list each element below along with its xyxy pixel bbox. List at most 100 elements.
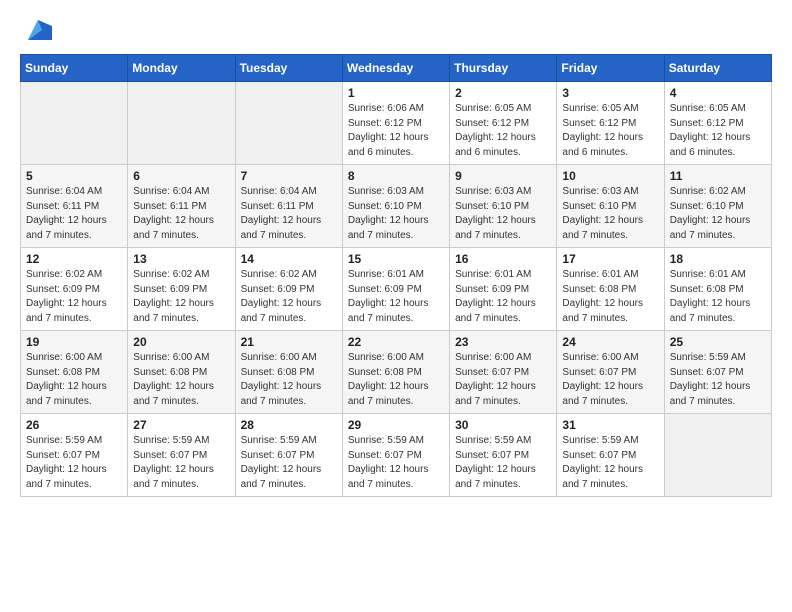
calendar-cell: 7 Sunrise: 6:04 AMSunset: 6:11 PMDaylight… [235, 165, 342, 248]
day-detail: Sunrise: 5:59 AMSunset: 6:07 PMDaylight:… [670, 351, 766, 409]
day-number: 9 [455, 169, 551, 183]
day-detail: Sunrise: 6:02 AMSunset: 6:09 PMDaylight:… [241, 268, 337, 326]
calendar-cell [128, 82, 235, 165]
day-detail: Sunrise: 6:00 AMSunset: 6:08 PMDaylight:… [348, 351, 444, 409]
day-number: 7 [241, 169, 337, 183]
day-number: 26 [26, 418, 122, 432]
day-number: 11 [670, 169, 766, 183]
day-number: 6 [133, 169, 229, 183]
day-detail: Sunrise: 6:02 AMSunset: 6:09 PMDaylight:… [26, 268, 122, 326]
calendar-cell: 31Sunrise: 5:59 AMSunset: 6:07 PMDayligh… [557, 414, 664, 497]
day-number: 16 [455, 252, 551, 266]
day-number: 19 [26, 335, 122, 349]
day-number: 8 [348, 169, 444, 183]
calendar-cell: 24 Sunrise: 6:00 AMSunset: 6:07 PMDayligh… [557, 331, 664, 414]
calendar-cell: 5 Sunrise: 6:04 AMSunset: 6:11 PMDaylight… [21, 165, 128, 248]
calendar-cell: 22 Sunrise: 6:00 AMSunset: 6:08 PMDayligh… [342, 331, 449, 414]
header [20, 16, 772, 44]
day-detail: Sunrise: 6:03 AMSunset: 6:10 PMDaylight:… [455, 185, 551, 243]
calendar-cell [235, 82, 342, 165]
day-detail: Sunrise: 6:00 AMSunset: 6:08 PMDaylight:… [26, 351, 122, 409]
day-detail: Sunrise: 6:06 AMSunset: 6:12 PMDaylight:… [348, 102, 444, 160]
calendar-week-row: 19 Sunrise: 6:00 AMSunset: 6:08 PMDayligh… [21, 331, 772, 414]
calendar-cell [21, 82, 128, 165]
day-detail: Sunrise: 6:05 AMSunset: 6:12 PMDaylight:… [562, 102, 658, 160]
day-detail: Sunrise: 6:02 AMSunset: 6:10 PMDaylight:… [670, 185, 766, 243]
day-detail: Sunrise: 6:01 AMSunset: 6:08 PMDaylight:… [562, 268, 658, 326]
day-detail: Sunrise: 6:00 AMSunset: 6:07 PMDaylight:… [455, 351, 551, 409]
calendar-cell: 18Sunrise: 6:01 AMSunset: 6:08 PMDayligh… [664, 248, 771, 331]
day-detail: Sunrise: 5:59 AMSunset: 6:07 PMDaylight:… [348, 434, 444, 492]
calendar-cell: 25 Sunrise: 5:59 AMSunset: 6:07 PMDayligh… [664, 331, 771, 414]
day-number: 1 [348, 86, 444, 100]
calendar-cell: 9 Sunrise: 6:03 AMSunset: 6:10 PMDaylight… [450, 165, 557, 248]
page: SundayMondayTuesdayWednesdayThursdayFrid… [0, 0, 792, 612]
day-detail: Sunrise: 6:01 AMSunset: 6:09 PMDaylight:… [455, 268, 551, 326]
day-detail: Sunrise: 5:59 AMSunset: 6:07 PMDaylight:… [241, 434, 337, 492]
calendar-cell: 23 Sunrise: 6:00 AMSunset: 6:07 PMDayligh… [450, 331, 557, 414]
day-number: 25 [670, 335, 766, 349]
day-number: 21 [241, 335, 337, 349]
day-detail: Sunrise: 6:00 AMSunset: 6:08 PMDaylight:… [241, 351, 337, 409]
day-number: 14 [241, 252, 337, 266]
calendar-cell: 30 Sunrise: 5:59 AMSunset: 6:07 PMDayligh… [450, 414, 557, 497]
calendar-week-row: 12 Sunrise: 6:02 AMSunset: 6:09 PMDayligh… [21, 248, 772, 331]
day-detail: Sunrise: 5:59 AMSunset: 6:07 PMDaylight:… [133, 434, 229, 492]
calendar-week-row: 1 Sunrise: 6:06 AMSunset: 6:12 PMDaylight… [21, 82, 772, 165]
calendar-cell: 20 Sunrise: 6:00 AMSunset: 6:08 PMDayligh… [128, 331, 235, 414]
calendar-header-row: SundayMondayTuesdayWednesdayThursdayFrid… [21, 55, 772, 82]
calendar-cell: 4 Sunrise: 6:05 AMSunset: 6:12 PMDaylight… [664, 82, 771, 165]
calendar-cell [664, 414, 771, 497]
calendar-cell: 28Sunrise: 5:59 AMSunset: 6:07 PMDayligh… [235, 414, 342, 497]
day-detail: Sunrise: 6:04 AMSunset: 6:11 PMDaylight:… [26, 185, 122, 243]
day-number: 3 [562, 86, 658, 100]
day-detail: Sunrise: 5:59 AMSunset: 6:07 PMDaylight:… [455, 434, 551, 492]
day-detail: Sunrise: 6:00 AMSunset: 6:07 PMDaylight:… [562, 351, 658, 409]
day-of-week-header: Tuesday [235, 55, 342, 82]
day-number: 2 [455, 86, 551, 100]
calendar-cell: 12 Sunrise: 6:02 AMSunset: 6:09 PMDayligh… [21, 248, 128, 331]
day-detail: Sunrise: 6:00 AMSunset: 6:08 PMDaylight:… [133, 351, 229, 409]
day-detail: Sunrise: 6:01 AMSunset: 6:08 PMDaylight:… [670, 268, 766, 326]
day-number: 30 [455, 418, 551, 432]
calendar-cell: 10Sunrise: 6:03 AMSunset: 6:10 PMDayligh… [557, 165, 664, 248]
day-detail: Sunrise: 5:59 AMSunset: 6:07 PMDaylight:… [562, 434, 658, 492]
day-number: 12 [26, 252, 122, 266]
day-number: 13 [133, 252, 229, 266]
day-number: 4 [670, 86, 766, 100]
day-number: 5 [26, 169, 122, 183]
calendar-cell: 13Sunrise: 6:02 AMSunset: 6:09 PMDayligh… [128, 248, 235, 331]
calendar-cell: 14 Sunrise: 6:02 AMSunset: 6:09 PMDayligh… [235, 248, 342, 331]
calendar-cell: 26 Sunrise: 5:59 AMSunset: 6:07 PMDayligh… [21, 414, 128, 497]
day-detail: Sunrise: 6:03 AMSunset: 6:10 PMDaylight:… [562, 185, 658, 243]
day-of-week-header: Sunday [21, 55, 128, 82]
day-number: 20 [133, 335, 229, 349]
calendar-cell: 2Sunrise: 6:05 AMSunset: 6:12 PMDaylight… [450, 82, 557, 165]
day-number: 22 [348, 335, 444, 349]
calendar-cell: 8 Sunrise: 6:03 AMSunset: 6:10 PMDaylight… [342, 165, 449, 248]
day-detail: Sunrise: 6:04 AMSunset: 6:11 PMDaylight:… [133, 185, 229, 243]
calendar-cell: 19 Sunrise: 6:00 AMSunset: 6:08 PMDayligh… [21, 331, 128, 414]
day-of-week-header: Monday [128, 55, 235, 82]
calendar-cell: 17 Sunrise: 6:01 AMSunset: 6:08 PMDayligh… [557, 248, 664, 331]
calendar-cell: 11 Sunrise: 6:02 AMSunset: 6:10 PMDayligh… [664, 165, 771, 248]
day-of-week-header: Wednesday [342, 55, 449, 82]
calendar-cell: 1 Sunrise: 6:06 AMSunset: 6:12 PMDaylight… [342, 82, 449, 165]
logo [20, 16, 52, 44]
calendar-table: SundayMondayTuesdayWednesdayThursdayFrid… [20, 54, 772, 497]
calendar-cell: 16 Sunrise: 6:01 AMSunset: 6:09 PMDayligh… [450, 248, 557, 331]
calendar-week-row: 5 Sunrise: 6:04 AMSunset: 6:11 PMDaylight… [21, 165, 772, 248]
calendar-cell: 3 Sunrise: 6:05 AMSunset: 6:12 PMDaylight… [557, 82, 664, 165]
day-detail: Sunrise: 6:03 AMSunset: 6:10 PMDaylight:… [348, 185, 444, 243]
calendar-cell: 15Sunrise: 6:01 AMSunset: 6:09 PMDayligh… [342, 248, 449, 331]
day-number: 24 [562, 335, 658, 349]
day-detail: Sunrise: 5:59 AMSunset: 6:07 PMDaylight:… [26, 434, 122, 492]
day-detail: Sunrise: 6:05 AMSunset: 6:12 PMDaylight:… [670, 102, 766, 160]
day-number: 17 [562, 252, 658, 266]
calendar-cell: 29Sunrise: 5:59 AMSunset: 6:07 PMDayligh… [342, 414, 449, 497]
day-detail: Sunrise: 6:01 AMSunset: 6:09 PMDaylight:… [348, 268, 444, 326]
day-detail: Sunrise: 6:04 AMSunset: 6:11 PMDaylight:… [241, 185, 337, 243]
calendar-cell: 6 Sunrise: 6:04 AMSunset: 6:11 PMDaylight… [128, 165, 235, 248]
day-number: 23 [455, 335, 551, 349]
calendar-week-row: 26 Sunrise: 5:59 AMSunset: 6:07 PMDayligh… [21, 414, 772, 497]
